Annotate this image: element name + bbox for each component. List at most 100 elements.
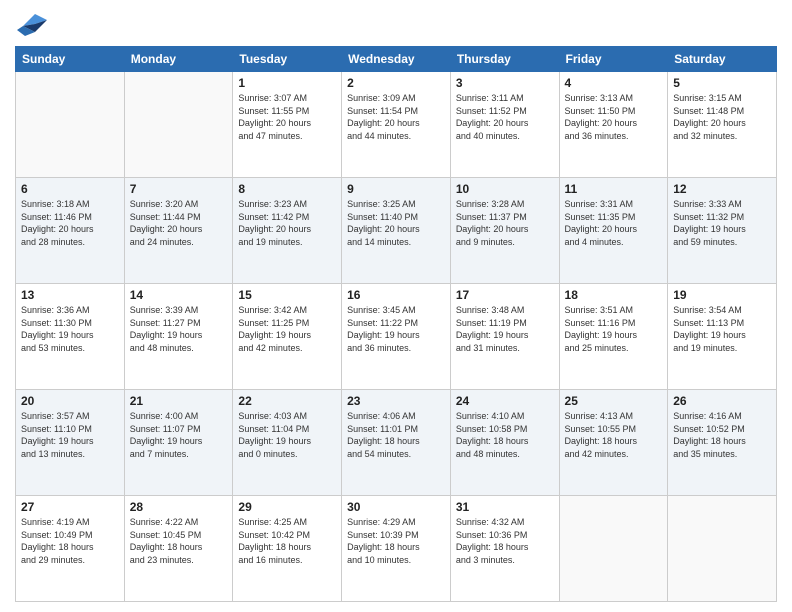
day-info: Sunrise: 4:22 AM Sunset: 10:45 PM Daylig… <box>130 516 228 566</box>
day-number: 4 <box>565 76 663 90</box>
day-number: 13 <box>21 288 119 302</box>
day-number: 27 <box>21 500 119 514</box>
day-number: 31 <box>456 500 554 514</box>
day-number: 15 <box>238 288 336 302</box>
calendar-cell <box>16 72 125 178</box>
day-number: 21 <box>130 394 228 408</box>
day-info: Sunrise: 3:45 AM Sunset: 11:22 PM Daylig… <box>347 304 445 354</box>
day-number: 11 <box>565 182 663 196</box>
calendar-cell: 15 Sunrise: 3:42 AM Sunset: 11:25 PM Dayl… <box>233 284 342 390</box>
day-info: Sunrise: 3:36 AM Sunset: 11:30 PM Daylig… <box>21 304 119 354</box>
calendar-cell: 24 Sunrise: 4:10 AM Sunset: 10:58 PM Dayl… <box>450 390 559 496</box>
calendar-cell: 19 Sunrise: 3:54 AM Sunset: 11:13 PM Dayl… <box>668 284 777 390</box>
day-info: Sunrise: 3:07 AM Sunset: 11:55 PM Daylig… <box>238 92 336 142</box>
calendar-week-row: 27 Sunrise: 4:19 AM Sunset: 10:49 PM Dayl… <box>16 496 777 602</box>
day-info: Sunrise: 3:57 AM Sunset: 11:10 PM Daylig… <box>21 410 119 460</box>
day-header-saturday: Saturday <box>668 47 777 72</box>
day-info: Sunrise: 4:25 AM Sunset: 10:42 PM Daylig… <box>238 516 336 566</box>
day-info: Sunrise: 3:48 AM Sunset: 11:19 PM Daylig… <box>456 304 554 354</box>
calendar-cell: 1Sunrise: 3:07 AM Sunset: 11:55 PM Dayli… <box>233 72 342 178</box>
calendar-page: SundayMondayTuesdayWednesdayThursdayFrid… <box>0 0 792 612</box>
calendar-cell: 7Sunrise: 3:20 AM Sunset: 11:44 PM Dayli… <box>124 178 233 284</box>
day-number: 8 <box>238 182 336 196</box>
calendar-cell <box>559 496 668 602</box>
calendar-cell: 22 Sunrise: 4:03 AM Sunset: 11:04 PM Dayl… <box>233 390 342 496</box>
calendar-cell: 16 Sunrise: 3:45 AM Sunset: 11:22 PM Dayl… <box>342 284 451 390</box>
day-number: 26 <box>673 394 771 408</box>
day-number: 5 <box>673 76 771 90</box>
calendar-cell: 4 Sunrise: 3:13 AM Sunset: 11:50 PM Dayli… <box>559 72 668 178</box>
calendar-cell: 13 Sunrise: 3:36 AM Sunset: 11:30 PM Dayl… <box>16 284 125 390</box>
day-number: 14 <box>130 288 228 302</box>
day-number: 9 <box>347 182 445 196</box>
day-header-thursday: Thursday <box>450 47 559 72</box>
calendar-table: SundayMondayTuesdayWednesdayThursdayFrid… <box>15 46 777 602</box>
day-header-friday: Friday <box>559 47 668 72</box>
day-number: 10 <box>456 182 554 196</box>
calendar-cell: 25 Sunrise: 4:13 AM Sunset: 10:55 PM Dayl… <box>559 390 668 496</box>
calendar-cell: 8 Sunrise: 3:23 AM Sunset: 11:42 PM Dayli… <box>233 178 342 284</box>
day-info: Sunrise: 3:09 AM Sunset: 11:54 PM Daylig… <box>347 92 445 142</box>
day-number: 28 <box>130 500 228 514</box>
calendar-cell: 3 Sunrise: 3:11 AM Sunset: 11:52 PM Dayli… <box>450 72 559 178</box>
day-info: Sunrise: 3:11 AM Sunset: 11:52 PM Daylig… <box>456 92 554 142</box>
day-info: Sunrise: 4:10 AM Sunset: 10:58 PM Daylig… <box>456 410 554 460</box>
calendar-cell: 9 Sunrise: 3:25 AM Sunset: 11:40 PM Dayli… <box>342 178 451 284</box>
day-info: Sunrise: 4:19 AM Sunset: 10:49 PM Daylig… <box>21 516 119 566</box>
day-number: 12 <box>673 182 771 196</box>
logo-icon <box>15 10 47 38</box>
calendar-cell: 11Sunrise: 3:31 AM Sunset: 11:35 PM Dayl… <box>559 178 668 284</box>
day-number: 18 <box>565 288 663 302</box>
day-number: 22 <box>238 394 336 408</box>
logo <box>15 10 51 38</box>
day-info: Sunrise: 3:42 AM Sunset: 11:25 PM Daylig… <box>238 304 336 354</box>
day-info: Sunrise: 4:13 AM Sunset: 10:55 PM Daylig… <box>565 410 663 460</box>
day-number: 2 <box>347 76 445 90</box>
calendar-cell: 26Sunrise: 4:16 AM Sunset: 10:52 PM Dayl… <box>668 390 777 496</box>
day-number: 6 <box>21 182 119 196</box>
day-info: Sunrise: 3:25 AM Sunset: 11:40 PM Daylig… <box>347 198 445 248</box>
calendar-cell: 18 Sunrise: 3:51 AM Sunset: 11:16 PM Dayl… <box>559 284 668 390</box>
day-info: Sunrise: 4:29 AM Sunset: 10:39 PM Daylig… <box>347 516 445 566</box>
day-info: Sunrise: 3:13 AM Sunset: 11:50 PM Daylig… <box>565 92 663 142</box>
day-number: 17 <box>456 288 554 302</box>
day-info: Sunrise: 3:51 AM Sunset: 11:16 PM Daylig… <box>565 304 663 354</box>
calendar-cell: 23 Sunrise: 4:06 AM Sunset: 11:01 PM Dayl… <box>342 390 451 496</box>
day-number: 3 <box>456 76 554 90</box>
calendar-cell <box>124 72 233 178</box>
calendar-cell: 30 Sunrise: 4:29 AM Sunset: 10:39 PM Dayl… <box>342 496 451 602</box>
day-info: Sunrise: 3:39 AM Sunset: 11:27 PM Daylig… <box>130 304 228 354</box>
day-info: Sunrise: 3:18 AM Sunset: 11:46 PM Daylig… <box>21 198 119 248</box>
calendar-week-row: 1Sunrise: 3:07 AM Sunset: 11:55 PM Dayli… <box>16 72 777 178</box>
day-info: Sunrise: 4:00 AM Sunset: 11:07 PM Daylig… <box>130 410 228 460</box>
day-header-sunday: Sunday <box>16 47 125 72</box>
calendar-cell: 31 Sunrise: 4:32 AM Sunset: 10:36 PM Dayl… <box>450 496 559 602</box>
calendar-cell: 21 Sunrise: 4:00 AM Sunset: 11:07 PM Dayl… <box>124 390 233 496</box>
day-number: 24 <box>456 394 554 408</box>
day-info: Sunrise: 3:54 AM Sunset: 11:13 PM Daylig… <box>673 304 771 354</box>
calendar-cell: 2 Sunrise: 3:09 AM Sunset: 11:54 PM Dayli… <box>342 72 451 178</box>
calendar-cell: 6 Sunrise: 3:18 AM Sunset: 11:46 PM Dayli… <box>16 178 125 284</box>
day-number: 20 <box>21 394 119 408</box>
day-number: 19 <box>673 288 771 302</box>
day-info: Sunrise: 4:06 AM Sunset: 11:01 PM Daylig… <box>347 410 445 460</box>
day-number: 25 <box>565 394 663 408</box>
day-number: 30 <box>347 500 445 514</box>
calendar-week-row: 6 Sunrise: 3:18 AM Sunset: 11:46 PM Dayli… <box>16 178 777 284</box>
day-number: 16 <box>347 288 445 302</box>
day-info: Sunrise: 4:32 AM Sunset: 10:36 PM Daylig… <box>456 516 554 566</box>
calendar-week-row: 13 Sunrise: 3:36 AM Sunset: 11:30 PM Dayl… <box>16 284 777 390</box>
day-info: Sunrise: 4:03 AM Sunset: 11:04 PM Daylig… <box>238 410 336 460</box>
day-header-wednesday: Wednesday <box>342 47 451 72</box>
calendar-cell <box>668 496 777 602</box>
calendar-cell: 12Sunrise: 3:33 AM Sunset: 11:32 PM Dayl… <box>668 178 777 284</box>
header <box>15 10 777 38</box>
calendar-cell: 17 Sunrise: 3:48 AM Sunset: 11:19 PM Dayl… <box>450 284 559 390</box>
calendar-cell: 29Sunrise: 4:25 AM Sunset: 10:42 PM Dayl… <box>233 496 342 602</box>
calendar-cell: 5Sunrise: 3:15 AM Sunset: 11:48 PM Dayli… <box>668 72 777 178</box>
calendar-week-row: 20 Sunrise: 3:57 AM Sunset: 11:10 PM Dayl… <box>16 390 777 496</box>
day-number: 7 <box>130 182 228 196</box>
day-info: Sunrise: 3:23 AM Sunset: 11:42 PM Daylig… <box>238 198 336 248</box>
calendar-cell: 10Sunrise: 3:28 AM Sunset: 11:37 PM Dayl… <box>450 178 559 284</box>
day-number: 23 <box>347 394 445 408</box>
